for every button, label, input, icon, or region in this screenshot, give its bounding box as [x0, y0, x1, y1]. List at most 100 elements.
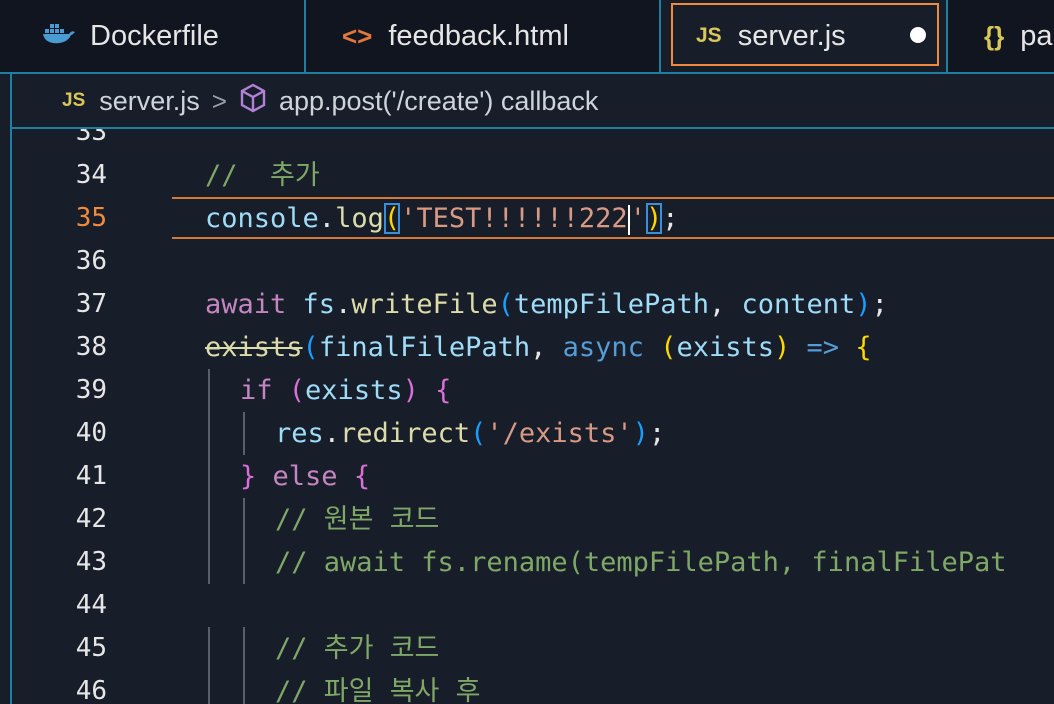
- code-line[interactable]: 42 // 원본 코드: [12, 498, 1054, 541]
- code-text: res.redirect('/exists');: [275, 412, 665, 455]
- code-text: if (exists) {: [240, 369, 451, 412]
- code-line[interactable]: 34 // 추가: [12, 154, 1054, 197]
- code-line[interactable]: 44: [12, 584, 1054, 627]
- code-token: // 파일 복사 후: [275, 676, 481, 704]
- unsaved-dot-icon[interactable]: [910, 27, 926, 43]
- code-token: 'TEST!!!!!!222: [400, 203, 628, 234]
- code-token: console: [205, 203, 319, 234]
- code-line[interactable]: 35 console.log('TEST!!!!!!222');: [12, 197, 1054, 240]
- code-line[interactable]: 33: [12, 129, 1054, 154]
- code-token: writeFile: [351, 289, 498, 320]
- code-token: redirect: [340, 418, 471, 449]
- tab-label: pa: [1020, 19, 1053, 52]
- code-line[interactable]: 40 res.redirect('/exists');: [12, 412, 1054, 455]
- line-number: 36: [75, 246, 107, 276]
- breadcrumb-symbol[interactable]: app.post('/create') callback: [279, 86, 598, 117]
- code-token: ): [402, 375, 419, 406]
- tab-label: Dockerfile: [90, 19, 219, 52]
- code-line[interactable]: 46 // 파일 복사 후: [12, 670, 1054, 704]
- code-text: await fs.writeFile(tempFilePath, content…: [205, 283, 888, 326]
- code-token: {: [435, 375, 452, 406]
- code-line[interactable]: 43 // await fs.rename(tempFilePath, final…: [12, 541, 1054, 584]
- tab-pa[interactable]: {} pa: [948, 0, 1054, 72]
- code-token: (: [288, 375, 306, 406]
- code-token: (: [470, 418, 487, 449]
- code-line[interactable]: 36: [12, 240, 1054, 283]
- breadcrumb: JS server.js > app.post('/create') callb…: [12, 75, 1054, 129]
- indent-guide: [243, 412, 245, 455]
- code-line[interactable]: 45 // 추가 코드: [12, 627, 1054, 670]
- code-token: // await fs.rename(tempFilePath, finalFi…: [275, 547, 1007, 578]
- code-token: ): [645, 203, 663, 234]
- code-token: fs: [302, 289, 336, 320]
- indent-guide: [208, 541, 210, 584]
- tab-dockerfile[interactable]: Dockerfile: [12, 0, 306, 72]
- html-icon: <>: [342, 20, 373, 51]
- line-number: 43: [75, 547, 107, 577]
- line-number: 34: [75, 160, 107, 190]
- tab-server-js[interactable]: JS server.js: [661, 0, 948, 72]
- line-number: 37: [75, 289, 107, 319]
- editor-tab-bar: Dockerfile <> feedback.html JS server.js…: [0, 0, 1054, 74]
- line-number: 42: [75, 504, 107, 534]
- code-token: '/exists': [486, 418, 633, 449]
- code-token: (: [497, 289, 514, 320]
- code-text: // 파일 복사 후: [275, 670, 480, 704]
- indent-guide: [208, 498, 210, 541]
- indent-guide: [243, 541, 245, 584]
- code-token: ,: [708, 289, 742, 320]
- code-token: (: [302, 332, 319, 363]
- code-text: // 추가: [205, 154, 320, 197]
- indent-guide: [243, 670, 245, 704]
- code-token: async: [562, 332, 644, 363]
- code-token: finalFilePath: [318, 332, 531, 363]
- code-line[interactable]: 41} else {: [12, 455, 1054, 498]
- code-token: ,: [530, 332, 563, 363]
- code-editor[interactable]: 33 34// 추가 35 console.log('TEST!!!!!!222');…: [12, 129, 1054, 704]
- code-token: ;: [871, 289, 888, 320]
- indent-guide: [208, 670, 210, 704]
- code-line[interactable]: 38 exists(finalFilePath, async (exists) =…: [12, 326, 1054, 369]
- line-number: 35: [75, 203, 107, 233]
- code-token: exists: [305, 375, 403, 406]
- line-number: 45: [75, 633, 107, 663]
- active-tab-frame: [671, 3, 939, 66]
- indent-guide: [243, 627, 245, 670]
- code-token: ': [629, 203, 646, 234]
- breadcrumb-file[interactable]: server.js: [99, 86, 200, 117]
- code-token: content: [741, 289, 856, 320]
- code-token: // 원본 코드: [275, 504, 440, 535]
- code-text: // 원본 코드: [275, 498, 439, 541]
- code-token: res: [275, 418, 324, 449]
- code-token: exists: [676, 332, 775, 363]
- code-token: // 추가: [205, 160, 320, 191]
- line-number: 33: [75, 129, 107, 147]
- line-number: 39: [75, 375, 107, 405]
- tab-feedback-html[interactable]: <> feedback.html: [306, 0, 661, 72]
- code-token: await: [205, 289, 287, 320]
- code-token: else: [272, 461, 338, 492]
- js-icon: JS: [62, 90, 86, 111]
- code-line[interactable]: 39 if (exists) {: [12, 369, 1054, 412]
- code-token: ): [632, 418, 649, 449]
- code-text: // 추가 코드: [275, 627, 439, 670]
- code-token: (: [383, 203, 401, 234]
- docker-icon: [42, 20, 76, 53]
- code-token: (: [660, 332, 677, 363]
- code-token: exists: [205, 332, 303, 363]
- json-icon: {}: [984, 20, 1005, 51]
- line-number: 41: [75, 461, 107, 491]
- line-number: 46: [75, 676, 107, 704]
- code-token: log: [335, 203, 384, 234]
- line-number: 44: [75, 590, 107, 620]
- tab-label: feedback.html: [388, 19, 569, 52]
- method-cube-icon: [239, 83, 267, 120]
- code-token: ): [774, 332, 791, 363]
- code-line[interactable]: 37 await fs.writeFile(tempFilePath, conte…: [12, 283, 1054, 326]
